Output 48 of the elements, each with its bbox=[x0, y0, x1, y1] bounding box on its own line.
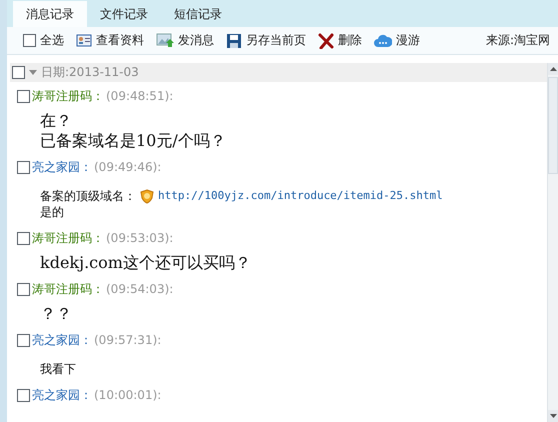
message-time: (09:54:03): bbox=[106, 282, 174, 296]
source-label: 来源:淘宝网 bbox=[486, 32, 550, 49]
expand-triangle-icon[interactable] bbox=[29, 70, 37, 76]
image-send-icon bbox=[156, 33, 174, 48]
checkbox[interactable] bbox=[17, 334, 30, 346]
message-text: 是的 bbox=[40, 204, 64, 220]
scrollbar[interactable] bbox=[547, 63, 558, 422]
sender-name: 亮之家园： bbox=[32, 158, 92, 176]
cloud-icon bbox=[374, 33, 392, 48]
message-time: (09:49:46): bbox=[94, 160, 162, 174]
message-text: 备案的顶级域名： bbox=[40, 188, 136, 204]
sender-name: 涛哥注册码： bbox=[32, 88, 104, 104]
select-all-checkbox[interactable]: 全选 bbox=[23, 32, 64, 49]
message-time: (10:00:01): bbox=[94, 388, 162, 402]
checkbox[interactable] bbox=[17, 232, 30, 244]
toolbar-button[interactable]: 另存当前页 bbox=[226, 32, 306, 49]
shield-icon bbox=[140, 188, 154, 204]
toolbar-button[interactable]: 发消息 bbox=[156, 32, 214, 49]
message-text: 我看下 bbox=[40, 361, 76, 377]
toolbar-button[interactable]: 删除 bbox=[318, 32, 362, 49]
checkbox[interactable] bbox=[17, 90, 30, 102]
scroll-down-icon[interactable] bbox=[550, 414, 556, 418]
delete-cross-icon bbox=[318, 32, 334, 48]
message-text: 在？ bbox=[40, 111, 72, 131]
message-time: (09:48:51): bbox=[106, 89, 174, 103]
scrollbar-thumb[interactable] bbox=[548, 77, 558, 174]
date-label: 日期:2013-11-03 bbox=[41, 64, 139, 81]
sender-name: 涛哥注册码： bbox=[32, 280, 104, 298]
url-link[interactable]: http://100yjz.com/introduce/itemid-25.shtml bbox=[158, 188, 443, 204]
checkbox[interactable] bbox=[17, 282, 30, 296]
message-text: ？？ bbox=[40, 304, 72, 324]
profile-card-icon bbox=[76, 33, 92, 48]
checkbox[interactable] bbox=[17, 388, 30, 402]
toolbar-button[interactable]: 查看资料 bbox=[76, 32, 144, 49]
sender-name: 亮之家园： bbox=[32, 386, 92, 404]
tab[interactable]: 短信记录 bbox=[161, 1, 235, 27]
tab[interactable]: 文件记录 bbox=[87, 1, 161, 27]
checkbox[interactable] bbox=[12, 66, 25, 79]
checkbox[interactable] bbox=[17, 160, 30, 174]
tab[interactable]: 消息记录 bbox=[13, 1, 87, 27]
sender-name: 涛哥注册码： bbox=[32, 230, 104, 246]
message-time: (09:57:31): bbox=[94, 333, 162, 347]
sender-name: 亮之家园： bbox=[32, 332, 92, 348]
message-text: kdekj.com这个还可以买吗？ bbox=[40, 253, 251, 273]
toolbar-button[interactable]: 漫游 bbox=[374, 32, 420, 49]
message-time: (09:53:03): bbox=[106, 231, 174, 245]
message-text: 已备案域名是10元/个吗？ bbox=[40, 131, 226, 151]
scroll-up-icon[interactable] bbox=[550, 67, 556, 71]
